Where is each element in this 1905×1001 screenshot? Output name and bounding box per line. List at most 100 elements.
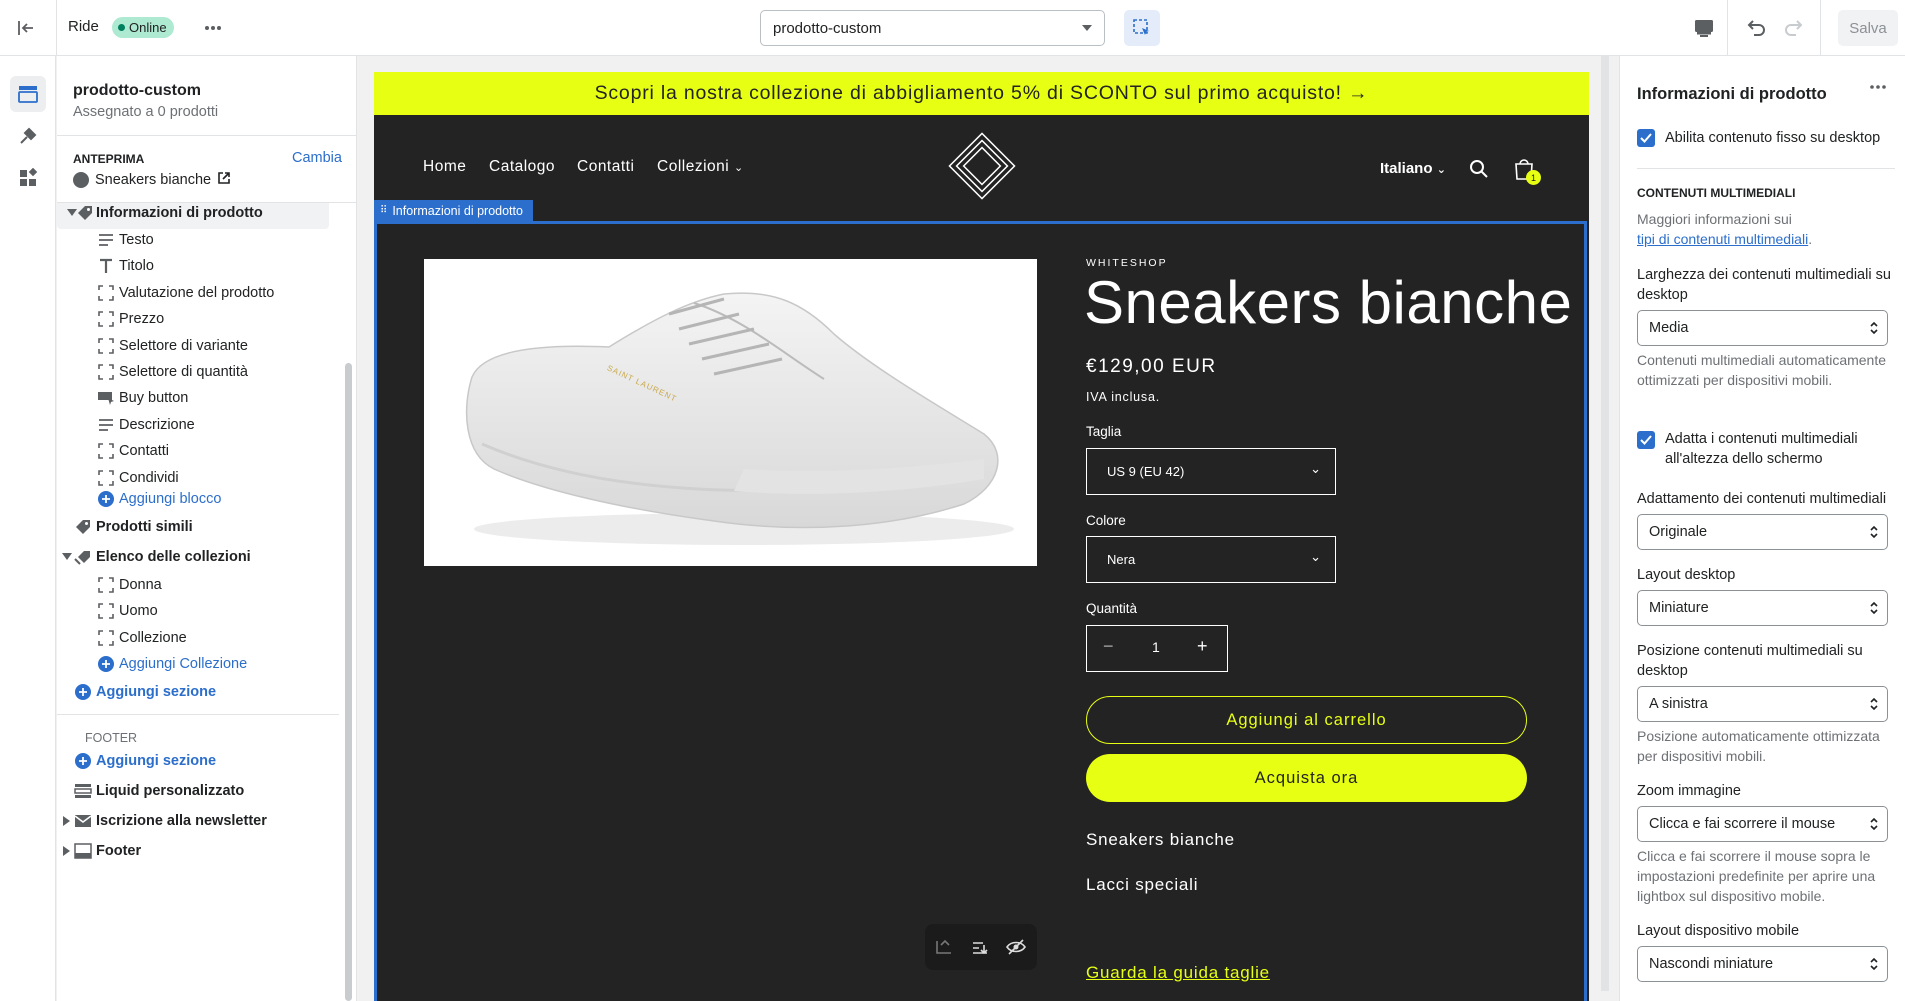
- announcement-bar[interactable]: Scopri la nostra collezione di abbigliam…: [374, 72, 1589, 115]
- color-label: Colore: [1086, 513, 1126, 528]
- select-arrows-icon: [1869, 524, 1879, 544]
- desktop-view-icon[interactable]: [1690, 14, 1718, 42]
- grid-handle-icon: ⠿: [380, 205, 388, 216]
- canvas-scrollbar[interactable]: [1601, 56, 1609, 991]
- color-select[interactable]: Nera ⌄: [1086, 536, 1336, 583]
- add-section-button[interactable]: Aggiungi sezione: [57, 676, 339, 708]
- section-similar-products[interactable]: Prodotti simili: [57, 511, 339, 543]
- fit-height-label: Adatta i contenuti multimediali all'alte…: [1665, 431, 1858, 467]
- plus-circle-icon: [96, 654, 116, 674]
- nav-contacts[interactable]: Contatti: [577, 158, 634, 176]
- store-logo[interactable]: [942, 126, 1022, 206]
- title-icon: [96, 256, 116, 276]
- mobile-layout-label: Layout dispositivo mobile: [1637, 923, 1800, 939]
- select-arrows-icon: [1869, 956, 1879, 976]
- footer-liquid[interactable]: Liquid personalizzato: [57, 775, 339, 807]
- tag-icon: [75, 203, 95, 223]
- description-line-2: Lacci speciali: [1086, 875, 1199, 894]
- quantity-value[interactable]: 1: [1152, 639, 1160, 655]
- buy-button-icon: [96, 388, 116, 408]
- media-fit-select[interactable]: Originale: [1637, 514, 1888, 550]
- status-dot-icon: [118, 24, 125, 31]
- footer-heading: FOOTER: [85, 731, 138, 745]
- sections-scrollbar[interactable]: [345, 363, 352, 1001]
- cart-count-badge: 1: [1526, 170, 1541, 185]
- mobile-layout-select[interactable]: Nascondi miniature: [1637, 946, 1888, 982]
- media-width-select[interactable]: Media: [1637, 310, 1888, 346]
- tax-note: IVA inclusa.: [1086, 390, 1160, 404]
- chevron-down-icon: ⌄: [1310, 461, 1321, 476]
- add-to-cart-button[interactable]: Aggiungi al carrello: [1086, 696, 1527, 744]
- tag-icon: [73, 517, 93, 537]
- inspector-icon[interactable]: [1124, 10, 1160, 46]
- zoom-help: Clicca e fai scorrere il mouse sopra le …: [1637, 848, 1876, 904]
- move-down-icon[interactable]: [967, 934, 993, 960]
- desktop-layout-select[interactable]: Miniature: [1637, 590, 1888, 626]
- footer-newsletter[interactable]: Iscrizione alla newsletter: [57, 805, 339, 837]
- fit-height-checkbox[interactable]: [1637, 431, 1655, 449]
- media-position-select[interactable]: A sinistra: [1637, 686, 1888, 722]
- cart-icon[interactable]: 1: [1509, 154, 1541, 185]
- apps-icon[interactable]: [10, 160, 46, 196]
- save-button[interactable]: Salva: [1838, 10, 1898, 46]
- select-arrows-icon: [1869, 600, 1879, 620]
- envelope-icon: [73, 811, 93, 831]
- product-dot-icon: [73, 172, 89, 188]
- hide-icon[interactable]: [1003, 934, 1029, 960]
- sticky-checkbox[interactable]: [1637, 129, 1655, 147]
- nav-catalog[interactable]: Catalogo: [489, 158, 555, 176]
- move-up-icon[interactable]: [931, 934, 957, 960]
- size-label: Taglia: [1086, 424, 1122, 439]
- template-select[interactable]: prodotto-custom: [760, 10, 1105, 46]
- preview-product[interactable]: Sneakers bianche: [73, 171, 231, 189]
- redo-icon[interactable]: [1780, 14, 1808, 42]
- floating-toolbar: [925, 924, 1037, 970]
- zoom-select[interactable]: Clicca e fai scorrere il mouse: [1637, 806, 1888, 842]
- size-select[interactable]: US 9 (EU 42) ⌄: [1086, 448, 1336, 495]
- zoom-label: Zoom immagine: [1637, 783, 1741, 799]
- nav-collections[interactable]: Collezioni ⌄: [657, 158, 744, 176]
- text-lines-icon: [96, 415, 116, 435]
- sections-panel: prodotto-custom Assegnato a 0 prodotti A…: [57, 56, 357, 1001]
- collection-tags-icon: [73, 547, 93, 567]
- search-icon[interactable]: [1466, 156, 1492, 182]
- plus-icon[interactable]: +: [1197, 636, 1208, 657]
- chevron-down-icon: ⌄: [1310, 549, 1321, 564]
- settings-title: Informazioni di prodotto: [1637, 85, 1827, 103]
- size-guide-link[interactable]: Guarda la guida taglie: [1086, 963, 1270, 983]
- more-actions-icon[interactable]: [1865, 74, 1891, 100]
- footer-footer[interactable]: Footer: [57, 835, 339, 867]
- description-line-1: Sneakers bianche: [1086, 830, 1235, 849]
- status-badge: Online: [112, 17, 174, 38]
- block-frame-icon: [96, 362, 116, 382]
- select-arrows-icon: [1869, 696, 1879, 716]
- product-title: Sneakers bianche: [1084, 269, 1573, 336]
- nav-home[interactable]: Home: [423, 158, 466, 176]
- width-label: Larghezza dei contenuti multimediali su …: [1637, 267, 1891, 303]
- sections-icon[interactable]: [10, 76, 46, 112]
- buy-now-button[interactable]: Acquista ora: [1086, 754, 1527, 802]
- sticky-label: Abilita contenuto fisso su desktop: [1665, 130, 1881, 146]
- quantity-stepper: − 1 +: [1086, 625, 1228, 672]
- minus-icon[interactable]: −: [1103, 636, 1114, 657]
- media-heading: CONTENUTI MULTIMEDIALI: [1637, 186, 1796, 200]
- undo-icon[interactable]: [1742, 14, 1770, 42]
- store-name: Ride: [68, 18, 99, 35]
- theme-settings-icon[interactable]: [10, 118, 46, 154]
- position-help: Posizione automaticamente ottimizzata pe…: [1637, 728, 1880, 764]
- text-lines-icon: [96, 230, 116, 250]
- exit-icon[interactable]: [14, 16, 38, 40]
- template-title: prodotto-custom: [73, 82, 201, 99]
- media-types-link[interactable]: tipi di contenuti multimediali: [1637, 231, 1808, 247]
- layout-label: Layout desktop: [1637, 567, 1736, 583]
- section-tag[interactable]: ⠿ Informazioni di prodotto: [374, 200, 533, 221]
- block-frame-icon: [96, 336, 116, 356]
- footer-add-section-button[interactable]: Aggiungi sezione: [57, 745, 339, 777]
- change-preview-link[interactable]: Cambia: [292, 150, 342, 166]
- plus-circle-icon: [73, 751, 93, 771]
- block-frame-icon: [96, 601, 116, 621]
- product-image[interactable]: SAINT LAURENT: [424, 259, 1037, 566]
- language-selector[interactable]: Italiano ⌄: [1380, 160, 1446, 177]
- more-actions-icon[interactable]: [200, 16, 226, 40]
- theme-editor: Ride Online prodotto-custom Salva prodot…: [0, 0, 1905, 1001]
